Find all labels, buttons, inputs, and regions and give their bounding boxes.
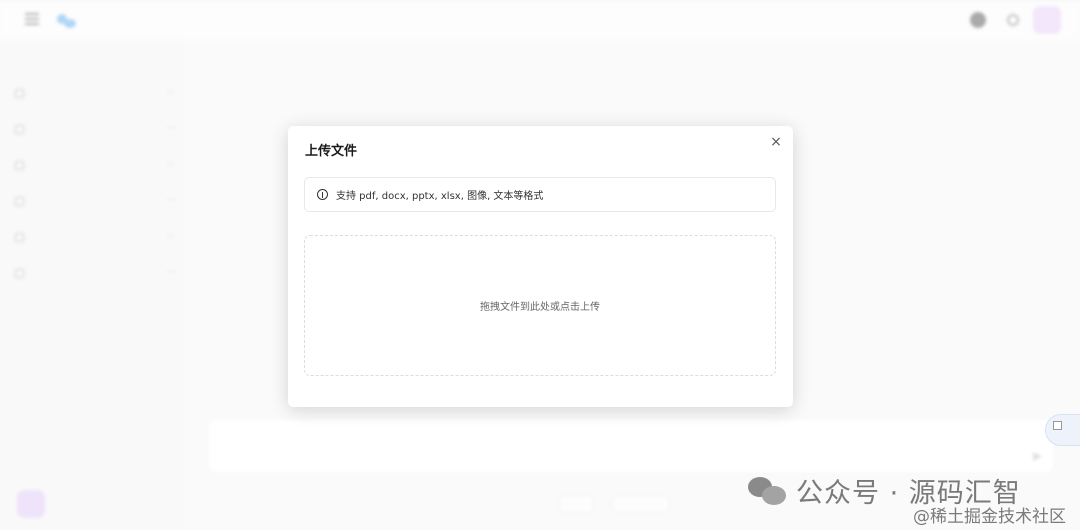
close-icon[interactable]: × bbox=[768, 134, 784, 150]
broken-image-icon bbox=[1053, 421, 1062, 430]
wechat-icon bbox=[748, 475, 788, 507]
dialog-title: 上传文件 bbox=[305, 144, 358, 159]
supported-formats-text: 支持 pdf, docx, pptx, xlsx, 图像, 文本等格式 bbox=[336, 191, 544, 202]
file-dropzone[interactable]: 拖拽文件到此处或点击上传 bbox=[304, 235, 776, 376]
upload-file-dialog: 上传文件 × 支持 pdf, docx, pptx, xlsx, 图像, 文本等… bbox=[288, 126, 793, 407]
dropzone-label: 拖拽文件到此处或点击上传 bbox=[480, 302, 600, 313]
supported-formats-notice: 支持 pdf, docx, pptx, xlsx, 图像, 文本等格式 bbox=[304, 177, 776, 212]
watermark-juejin: @稀土掘金技术社区 bbox=[913, 507, 1066, 527]
info-circle-icon bbox=[317, 189, 328, 200]
floating-image-button[interactable] bbox=[1045, 414, 1080, 446]
